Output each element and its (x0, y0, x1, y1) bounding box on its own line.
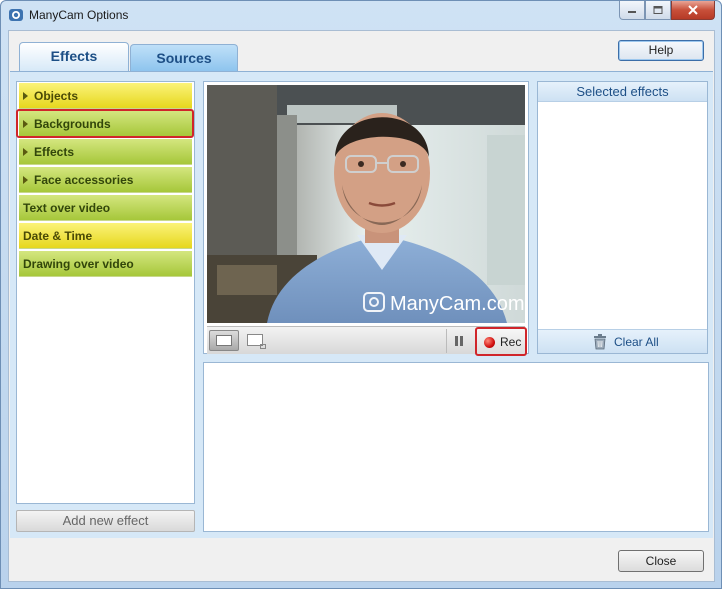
minimize-icon (628, 11, 636, 13)
expand-arrow-icon (23, 176, 28, 184)
rec-button[interactable]: Rec (475, 327, 527, 356)
pause-icon (455, 336, 458, 346)
maximize-button[interactable] (645, 1, 671, 20)
help-button[interactable]: Help (618, 40, 704, 61)
toolbar-divider (446, 329, 447, 353)
close-button[interactable]: Close (618, 550, 704, 572)
list-item-drawing-over-video[interactable]: Drawing over video (19, 251, 192, 277)
picture-in-picture-icon (247, 334, 266, 349)
minimize-button[interactable] (619, 1, 645, 20)
pip-view-button[interactable] (243, 330, 267, 351)
webcam-video-preview[interactable]: ManyCam.com (207, 85, 525, 323)
list-item-label: Date & Time (23, 229, 93, 243)
effects-category-list: Objects Backgrounds Effects Face accesso… (16, 81, 195, 504)
list-item-label: Text over video (23, 201, 111, 215)
list-item-effects[interactable]: Effects (19, 139, 192, 165)
pause-button[interactable] (452, 332, 466, 350)
expand-arrow-icon (23, 148, 28, 156)
video-preview-frame: ManyCam.com Rec (203, 81, 529, 356)
close-icon (688, 5, 698, 15)
list-item-label: Drawing over video (23, 257, 134, 271)
list-item-label: Face accessories (34, 173, 134, 187)
clear-all-label: Clear All (614, 335, 659, 349)
list-item-text-over-video[interactable]: Text over video (19, 195, 192, 221)
manycam-watermark: ManyCam.com (390, 293, 524, 315)
effects-panel: Objects Backgrounds Effects Face accesso… (10, 71, 713, 538)
window-title: ManyCam Options (29, 8, 129, 22)
list-item-label: Effects (34, 145, 75, 159)
fullscreen-view-icon (216, 335, 232, 346)
list-item-label: Objects (34, 89, 79, 103)
video-toolbar: Rec (207, 326, 527, 356)
close-window-button[interactable] (671, 1, 715, 20)
selected-effects-title: Selected effects (538, 82, 707, 102)
selected-effects-panel: Selected effects Clear All (537, 81, 708, 354)
fullscreen-view-button[interactable] (209, 330, 239, 351)
client-area: Effects Sources Help Objects Backgrounds… (8, 30, 715, 582)
effect-options-area (203, 362, 709, 532)
highlight-box-backgrounds (16, 109, 194, 138)
record-dot-icon (484, 337, 495, 348)
list-item-face-accessories[interactable]: Face accessories (19, 167, 192, 193)
add-new-effect-button[interactable]: Add new effect (16, 510, 195, 532)
webcam-image: ManyCam.com (207, 85, 525, 323)
tab-effects[interactable]: Effects (19, 42, 129, 71)
list-item-objects[interactable]: Objects (19, 83, 192, 109)
clear-all-button[interactable]: Clear All (538, 329, 707, 353)
expand-arrow-icon (23, 92, 28, 100)
maximize-icon (653, 6, 663, 14)
rec-label: Rec (500, 335, 522, 349)
tab-sources[interactable]: Sources (130, 44, 238, 71)
list-item-date-time[interactable]: Date & Time (19, 223, 192, 249)
manycam-options-window: ManyCam Options Effects Sources Help Obj… (0, 0, 722, 589)
manycam-camera-icon (9, 9, 23, 21)
title-bar[interactable]: ManyCam Options (1, 1, 721, 29)
trash-bin-icon (594, 334, 606, 350)
